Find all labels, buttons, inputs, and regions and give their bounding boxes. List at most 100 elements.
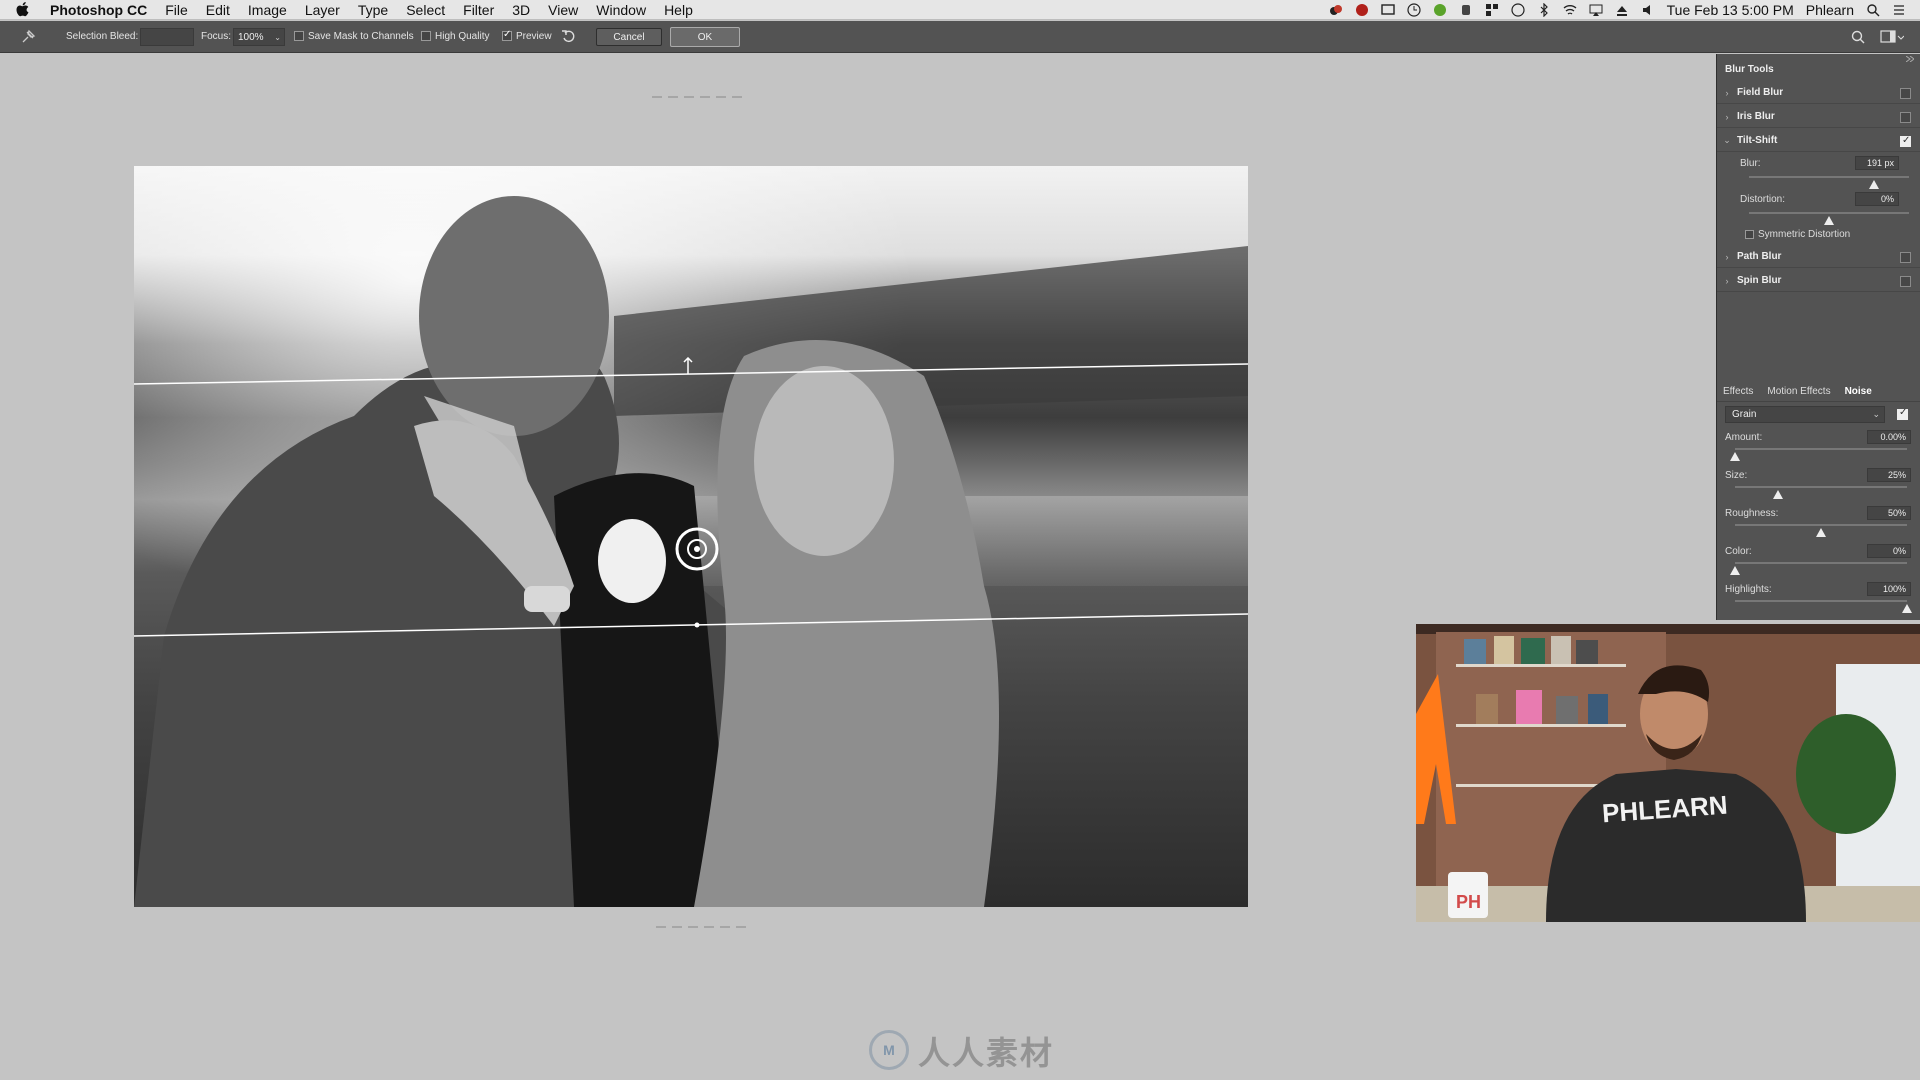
path-blur-checkbox[interactable]: [1900, 252, 1911, 263]
collapse-icon[interactable]: [1906, 56, 1914, 62]
focus-field[interactable]: 100% ⌄: [233, 28, 285, 46]
options-bar: Selection Bleed: Focus: 100% ⌄ Save Mask …: [0, 21, 1920, 53]
volume-icon[interactable]: [1641, 3, 1655, 17]
field-blur-checkbox[interactable]: [1900, 88, 1911, 99]
section-iris-blur-label: Iris Blur: [1737, 111, 1775, 122]
airplay-icon[interactable]: [1589, 3, 1603, 17]
preview-option[interactable]: Preview: [502, 29, 552, 42]
user-name[interactable]: Phlearn: [1806, 2, 1854, 18]
menu-select[interactable]: Select: [397, 0, 454, 20]
noise-slider-value[interactable]: 100%: [1867, 582, 1911, 596]
noise-slider-thumb[interactable]: [1730, 566, 1740, 575]
high-quality-option[interactable]: High Quality: [421, 31, 489, 42]
noise-type-select[interactable]: Grain ⌄: [1725, 406, 1885, 423]
focus-value: 100%: [238, 31, 264, 43]
chevron-down-icon[interactable]: ⌄: [1717, 135, 1737, 146]
save-mask-checkbox[interactable]: [294, 31, 304, 42]
chevron-right-icon[interactable]: ›: [1717, 88, 1737, 98]
chevron-right-icon[interactable]: ›: [1717, 276, 1737, 286]
noise-slider-track[interactable]: [1735, 448, 1907, 450]
clock-icon[interactable]: [1407, 3, 1421, 17]
noise-enabled-checkbox[interactable]: ✓: [1897, 407, 1908, 420]
search-icon[interactable]: [1850, 29, 1866, 45]
preview-checkbox[interactable]: [502, 29, 512, 42]
blur-value[interactable]: 191 px: [1855, 156, 1899, 170]
section-tilt-shift[interactable]: ⌄ Tilt-Shift: [1717, 130, 1920, 152]
dollar-icon[interactable]: [1433, 3, 1447, 17]
section-path-blur[interactable]: › Path Blur: [1717, 246, 1920, 268]
menu-window[interactable]: Window: [587, 0, 655, 20]
canvas-area[interactable]: M 人人素材: [0, 54, 1716, 1080]
reset-icon[interactable]: [561, 29, 576, 44]
noise-slider-track[interactable]: [1735, 562, 1907, 564]
tab-noise[interactable]: Noise: [1845, 386, 1872, 397]
ok-button[interactable]: OK: [670, 27, 740, 47]
tray-icon[interactable]: [1459, 3, 1473, 17]
blur-slider-thumb[interactable]: [1868, 180, 1879, 189]
menu-filter[interactable]: Filter: [454, 0, 503, 20]
noise-slider-track[interactable]: [1735, 486, 1907, 488]
symmetric-distortion-option[interactable]: Symmetric Distortion: [1745, 229, 1850, 240]
noise-slider-value[interactable]: 0.00%: [1867, 430, 1911, 444]
menu-view[interactable]: View: [539, 0, 587, 20]
noise-slider-value[interactable]: 0%: [1867, 544, 1911, 558]
section-spin-blur-label: Spin Blur: [1737, 275, 1782, 286]
distortion-slider-thumb[interactable]: [1824, 216, 1834, 225]
noise-slider-thumb[interactable]: [1773, 490, 1783, 499]
chevron-down-icon[interactable]: ⌄: [1872, 407, 1880, 422]
menu-3d[interactable]: 3D: [503, 0, 539, 20]
eject-icon[interactable]: [1615, 3, 1629, 17]
wifi-icon[interactable]: [1563, 3, 1577, 17]
spotlight-search-icon[interactable]: [1866, 3, 1880, 17]
time-machine-icon[interactable]: [1511, 3, 1525, 17]
section-spin-blur[interactable]: › Spin Blur: [1717, 270, 1920, 292]
iris-blur-checkbox[interactable]: [1900, 112, 1911, 123]
tab-effects[interactable]: Effects: [1723, 386, 1753, 397]
tab-motion-effects[interactable]: Motion Effects: [1767, 386, 1830, 397]
noise-slider-value[interactable]: 50%: [1867, 506, 1911, 520]
apple-icon[interactable]: [0, 2, 44, 17]
noise-slider-thumb[interactable]: [1816, 528, 1826, 537]
symmetric-distortion-checkbox[interactable]: [1745, 229, 1754, 239]
cancel-button[interactable]: Cancel: [596, 28, 662, 46]
menu-bar: Photoshop CC File Edit Image Layer Type …: [0, 0, 1920, 20]
spin-blur-checkbox[interactable]: [1900, 276, 1911, 287]
watermark-logo: M: [869, 1030, 909, 1070]
clock-text[interactable]: Tue Feb 13 5:00 PM: [1667, 2, 1794, 18]
rotate-handle-icon[interactable]: [681, 357, 695, 375]
noise-slider-thumb[interactable]: [1730, 452, 1740, 461]
bluetooth-icon[interactable]: [1537, 3, 1551, 17]
blur-pin-tool-icon[interactable]: [20, 29, 36, 45]
menu-edit[interactable]: Edit: [197, 0, 239, 20]
tilt-shift-checkbox[interactable]: [1900, 135, 1911, 147]
noise-slider-track[interactable]: [1735, 524, 1907, 526]
menu-type[interactable]: Type: [349, 0, 397, 20]
display-icon[interactable]: [1380, 3, 1395, 17]
noise-slider-thumb[interactable]: [1902, 604, 1912, 613]
distortion-value[interactable]: 0%: [1855, 192, 1899, 206]
menu-layer[interactable]: Layer: [296, 0, 349, 20]
noise-slider-track[interactable]: [1735, 600, 1907, 602]
app-red-icon[interactable]: [1355, 3, 1369, 17]
menu-file[interactable]: File: [156, 0, 197, 20]
section-field-blur[interactable]: › Field Blur: [1717, 82, 1920, 104]
distortion-slider-track[interactable]: [1749, 212, 1909, 214]
noise-slider-value[interactable]: 25%: [1867, 468, 1911, 482]
chevron-right-icon[interactable]: ›: [1717, 112, 1737, 122]
menu-image[interactable]: Image: [239, 0, 296, 20]
menu-help[interactable]: Help: [655, 0, 702, 20]
notification-center-icon[interactable]: [1892, 3, 1906, 17]
blur-slider-track[interactable]: [1749, 176, 1909, 178]
high-quality-checkbox[interactable]: [421, 31, 431, 42]
chevron-right-icon[interactable]: ›: [1717, 252, 1737, 262]
selection-bleed-field[interactable]: [140, 28, 194, 46]
menu-app-name[interactable]: Photoshop CC: [44, 0, 156, 20]
save-mask-option[interactable]: Save Mask to Channels: [294, 31, 414, 42]
workspace-icon[interactable]: [1880, 29, 1904, 45]
chevron-down-icon[interactable]: ⌄: [274, 33, 281, 42]
photo-image[interactable]: [134, 166, 1248, 907]
windows-icon[interactable]: [1485, 3, 1499, 17]
creative-cloud-icon[interactable]: [1329, 3, 1343, 17]
blur-pin-icon[interactable]: [673, 525, 721, 573]
section-iris-blur[interactable]: › Iris Blur: [1717, 106, 1920, 128]
